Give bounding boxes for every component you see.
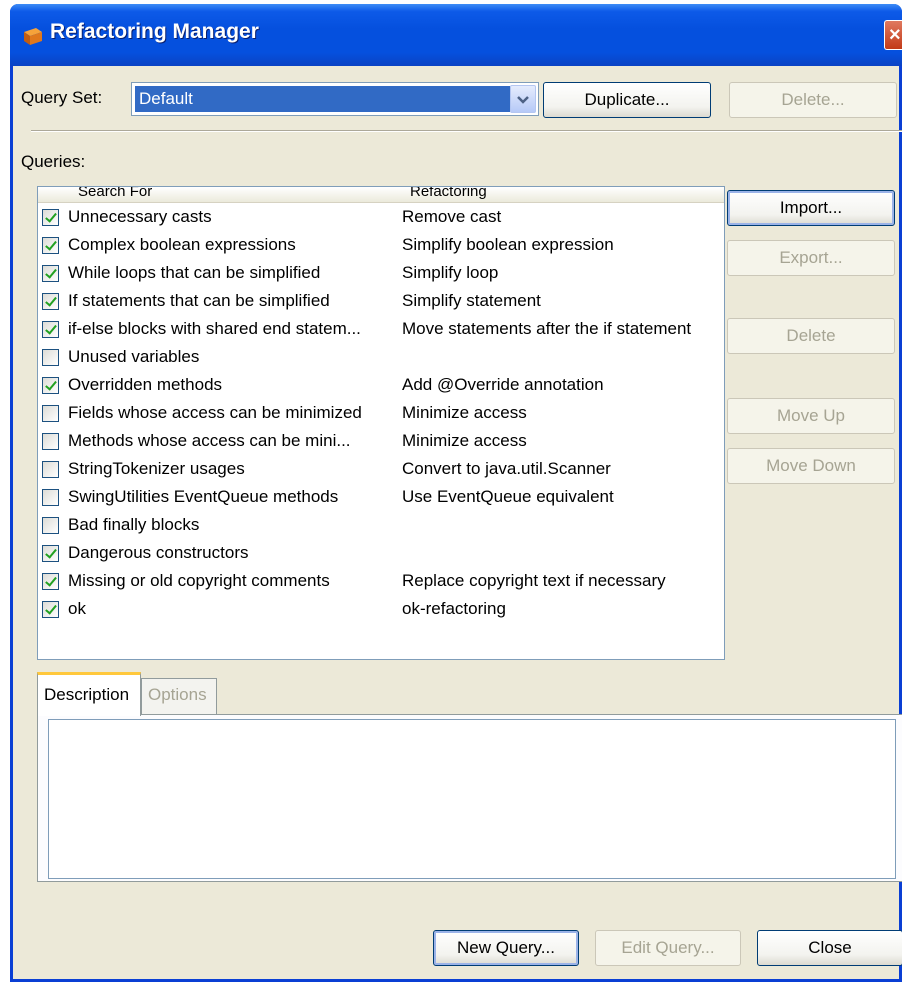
queries-table[interactable]: Search For Refactoring Unnecessary casts… <box>37 186 725 660</box>
table-row[interactable]: ok ok-refactoring <box>38 595 724 623</box>
delete-button[interactable]: Delete <box>727 318 895 354</box>
description-text-area[interactable] <box>48 719 896 879</box>
query-checkbox[interactable] <box>42 293 59 310</box>
refactoring-cell: ok-refactoring <box>402 599 506 618</box>
move-up-button[interactable]: Move Up <box>727 398 895 434</box>
search-for-cell: While loops that can be simplified <box>68 263 321 282</box>
refactoring-cell: Convert to java.util.Scanner <box>402 459 611 478</box>
table-row[interactable]: If statements that can be simplified Simp… <box>38 287 724 315</box>
refactoring-cell: Add @Override annotation <box>402 375 604 394</box>
query-set-label: Query Set: <box>21 88 103 107</box>
refactoring-cell: Simplify boolean expression <box>402 235 614 254</box>
search-for-cell: If statements that can be simplified <box>68 291 330 310</box>
search-for-cell: SwingUtilities EventQueue methods <box>68 487 339 506</box>
column-search-for[interactable]: Search For <box>78 187 152 200</box>
search-for-cell: Methods whose access can be mini... <box>68 431 351 450</box>
table-row[interactable]: Methods whose access can be mini... Minim… <box>38 427 724 455</box>
table-row[interactable]: While loops that can be simplified Simpli… <box>38 259 724 287</box>
close-icon[interactable]: × <box>884 20 902 50</box>
delete-query-set-button[interactable]: Delete... <box>729 82 897 118</box>
query-checkbox[interactable] <box>42 349 59 366</box>
refactoring-cell: Remove cast <box>402 207 502 226</box>
query-checkbox[interactable] <box>42 573 59 590</box>
search-for-cell: Bad finally blocks <box>68 515 200 534</box>
query-checkbox[interactable] <box>42 237 59 254</box>
column-refactoring[interactable]: Refactoring <box>410 187 487 200</box>
search-for-cell: Complex boolean expressions <box>68 235 296 254</box>
query-checkbox[interactable] <box>42 601 59 618</box>
query-checkbox[interactable] <box>42 321 59 338</box>
chevron-down-icon[interactable] <box>510 85 536 113</box>
export-button[interactable]: Export... <box>727 240 895 276</box>
table-row[interactable]: Bad finally blocks <box>38 511 724 539</box>
refactoring-cell: Minimize access <box>402 403 527 422</box>
table-row[interactable]: StringTokenizer usages Convert to java.ut… <box>38 455 724 483</box>
refactoring-cell: Use EventQueue equivalent <box>402 487 614 506</box>
refactoring-cell: Move statements after the if statement <box>402 319 692 338</box>
table-row[interactable]: Overridden methods Add @Override annotati… <box>38 371 724 399</box>
refactoring-cell: Minimize access <box>402 431 527 450</box>
query-checkbox[interactable] <box>42 377 59 394</box>
refactoring-cell: Simplify loop <box>402 263 499 282</box>
search-for-cell: Dangerous constructors <box>68 543 249 562</box>
search-for-cell: Unnecessary casts <box>68 207 212 226</box>
refactoring-cell: Replace copyright text if necessary <box>402 571 666 590</box>
query-checkbox[interactable] <box>42 433 59 450</box>
table-row[interactable]: Unused variables <box>38 343 724 371</box>
table-row[interactable]: if-else blocks with shared end statem...… <box>38 315 724 343</box>
table-row[interactable]: Dangerous constructors <box>38 539 724 567</box>
search-for-cell: ok <box>68 599 86 618</box>
search-for-cell: Overridden methods <box>68 375 223 394</box>
search-for-cell: if-else blocks with shared end statem... <box>68 319 361 338</box>
query-checkbox[interactable] <box>42 545 59 562</box>
query-checkbox[interactable] <box>42 405 59 422</box>
duplicate-button[interactable]: Duplicate... <box>543 82 711 118</box>
refactoring-cell: Simplify statement <box>402 291 541 310</box>
description-panel <box>37 714 902 882</box>
edit-query-button[interactable]: Edit Query... <box>595 930 741 966</box>
window-title: Refactoring Manager <box>50 20 259 43</box>
queries-label: Queries: <box>21 152 86 171</box>
query-checkbox[interactable] <box>42 489 59 506</box>
search-for-cell: StringTokenizer usages <box>68 459 245 478</box>
table-row[interactable]: Fields whose access can be minimized Mini… <box>38 399 724 427</box>
query-checkbox[interactable] <box>42 461 59 478</box>
query-checkbox[interactable] <box>42 265 59 282</box>
import-button[interactable]: Import... <box>727 190 895 226</box>
search-for-cell: Fields whose access can be minimized <box>68 403 362 422</box>
table-row[interactable]: Unnecessary casts Remove cast <box>38 203 724 231</box>
query-checkbox[interactable] <box>42 517 59 534</box>
app-icon <box>24 28 42 45</box>
new-query-button[interactable]: New Query... <box>433 930 579 966</box>
table-header: Search For Refactoring <box>38 187 724 203</box>
search-for-cell: Missing or old copyright comments <box>68 571 330 590</box>
query-checkbox[interactable] <box>42 209 59 226</box>
table-row[interactable]: Complex boolean expressions Simplify bool… <box>38 231 724 259</box>
tab-description[interactable]: Description <box>37 672 141 716</box>
separator <box>31 130 902 132</box>
query-set-value: Default <box>135 86 510 112</box>
table-rows: Unnecessary casts Remove cast Complex bool… <box>38 203 724 623</box>
refactoring-manager-window: Refactoring Manager × Query Set: Default… <box>10 4 902 982</box>
move-down-button[interactable]: Move Down <box>727 448 895 484</box>
title-bar[interactable]: Refactoring Manager × <box>10 4 902 66</box>
tab-options[interactable]: Options <box>141 678 217 714</box>
table-row[interactable]: SwingUtilities EventQueue methods Use Eve… <box>38 483 724 511</box>
table-row[interactable]: Missing or old copyright comments Replace… <box>38 567 724 595</box>
query-set-dropdown[interactable]: Default <box>131 82 539 116</box>
search-for-cell: Unused variables <box>68 347 200 366</box>
close-button[interactable]: Close <box>757 930 902 966</box>
